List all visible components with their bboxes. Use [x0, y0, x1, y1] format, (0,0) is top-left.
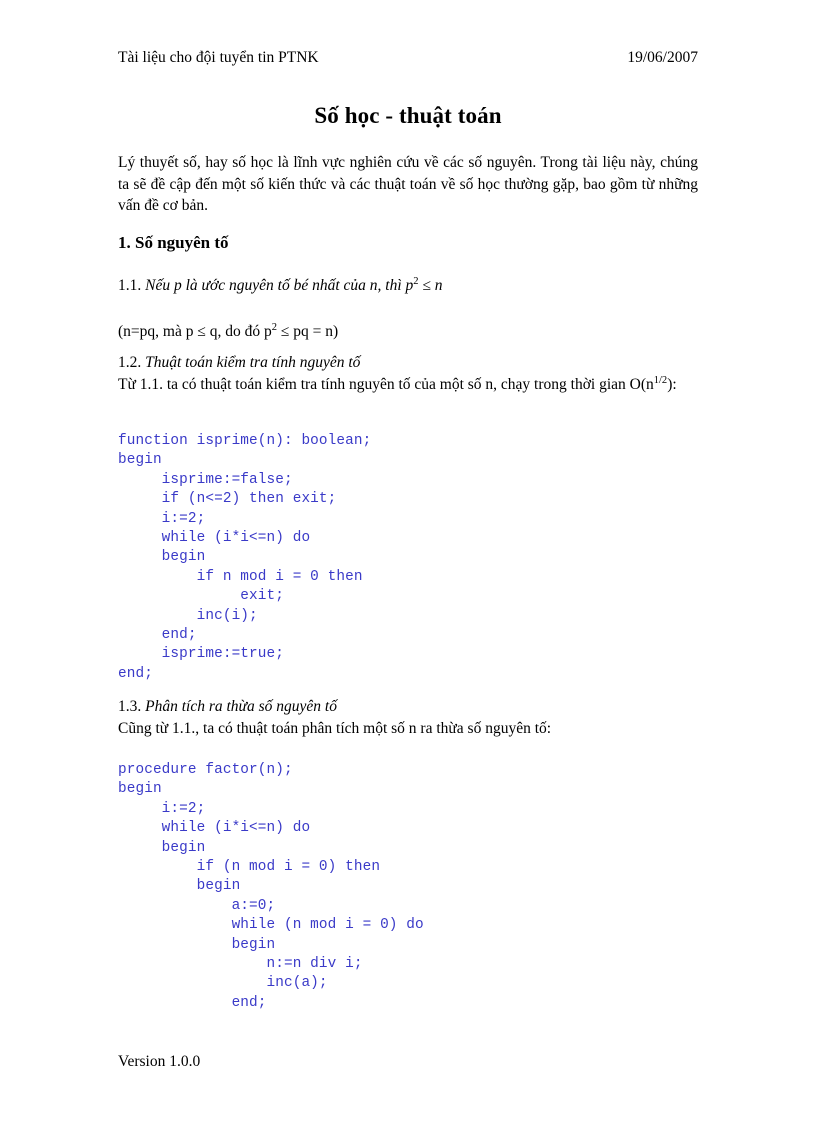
- document-footer: Version 1.0.0: [118, 1053, 201, 1070]
- subsection-1-3-title: Phân tích ra thừa số nguyên tố: [145, 698, 337, 715]
- subsection-1-1-title-post: ≤ n: [418, 277, 443, 294]
- section-heading-1: 1. Số nguyên tố: [118, 233, 229, 252]
- document-header: Tài liệu cho đội tuyển tin PTNK 19/06/20…: [118, 48, 698, 67]
- code-block-isprime: function isprime(n): boolean; begin ispr…: [118, 433, 372, 682]
- subsection-1-1-note-pre: (n=pq, mà p ≤ q, do đó p: [118, 323, 272, 340]
- subsection-1-2-body-post: ):: [667, 376, 677, 393]
- subsection-1-1-note: (n=pq, mà p ≤ q, do đó p2 ≤ pq = n): [118, 321, 698, 343]
- intro-paragraph: Lý thuyết số, hay số học là lĩnh vực ngh…: [118, 154, 698, 214]
- code-block-factor: procedure factor(n); begin i:=2; while (…: [118, 762, 424, 1011]
- subsection-1-3-heading: 1.3. Phân tích ra thừa số nguyên tố: [118, 696, 698, 718]
- subsection-1-2-body: Từ 1.1. ta có thuật toán kiểm tra tính n…: [118, 374, 698, 396]
- subsection-1-1-number: 1.1.: [118, 277, 142, 294]
- subsection-1-3-number: 1.3.: [118, 698, 142, 715]
- subsection-1-1-title-pre: Nếu p là ước nguyên tố bé nhất của n, th…: [145, 277, 414, 294]
- subsection-1-2-body-pre: Từ 1.1. ta có thuật toán kiểm tra tính n…: [118, 376, 654, 393]
- header-date: 19/06/2007: [627, 49, 698, 66]
- page-title: Số học - thuật toán: [314, 103, 502, 128]
- header-left-text: Tài liệu cho đội tuyển tin PTNK: [118, 49, 319, 66]
- subsection-1-2-number: 1.2.: [118, 354, 142, 371]
- subsection-1-2-title: Thuật toán kiểm tra tính nguyên tố: [145, 354, 361, 371]
- subsection-1-1-note-post: ≤ pq = n): [277, 323, 339, 340]
- subsection-1-2-body-superscript: 1/2: [653, 374, 668, 386]
- subsection-1-2-heading: 1.2. Thuật toán kiểm tra tính nguyên tố: [118, 352, 698, 374]
- subsection-1-3-body: Cũng từ 1.1., ta có thuật toán phân tích…: [118, 720, 552, 737]
- subsection-1-1-heading: 1.1. Nếu p là ước nguyên tố bé nhất của …: [118, 275, 698, 297]
- document-page: Tài liệu cho đội tuyển tin PTNK 19/06/20…: [0, 0, 816, 1123]
